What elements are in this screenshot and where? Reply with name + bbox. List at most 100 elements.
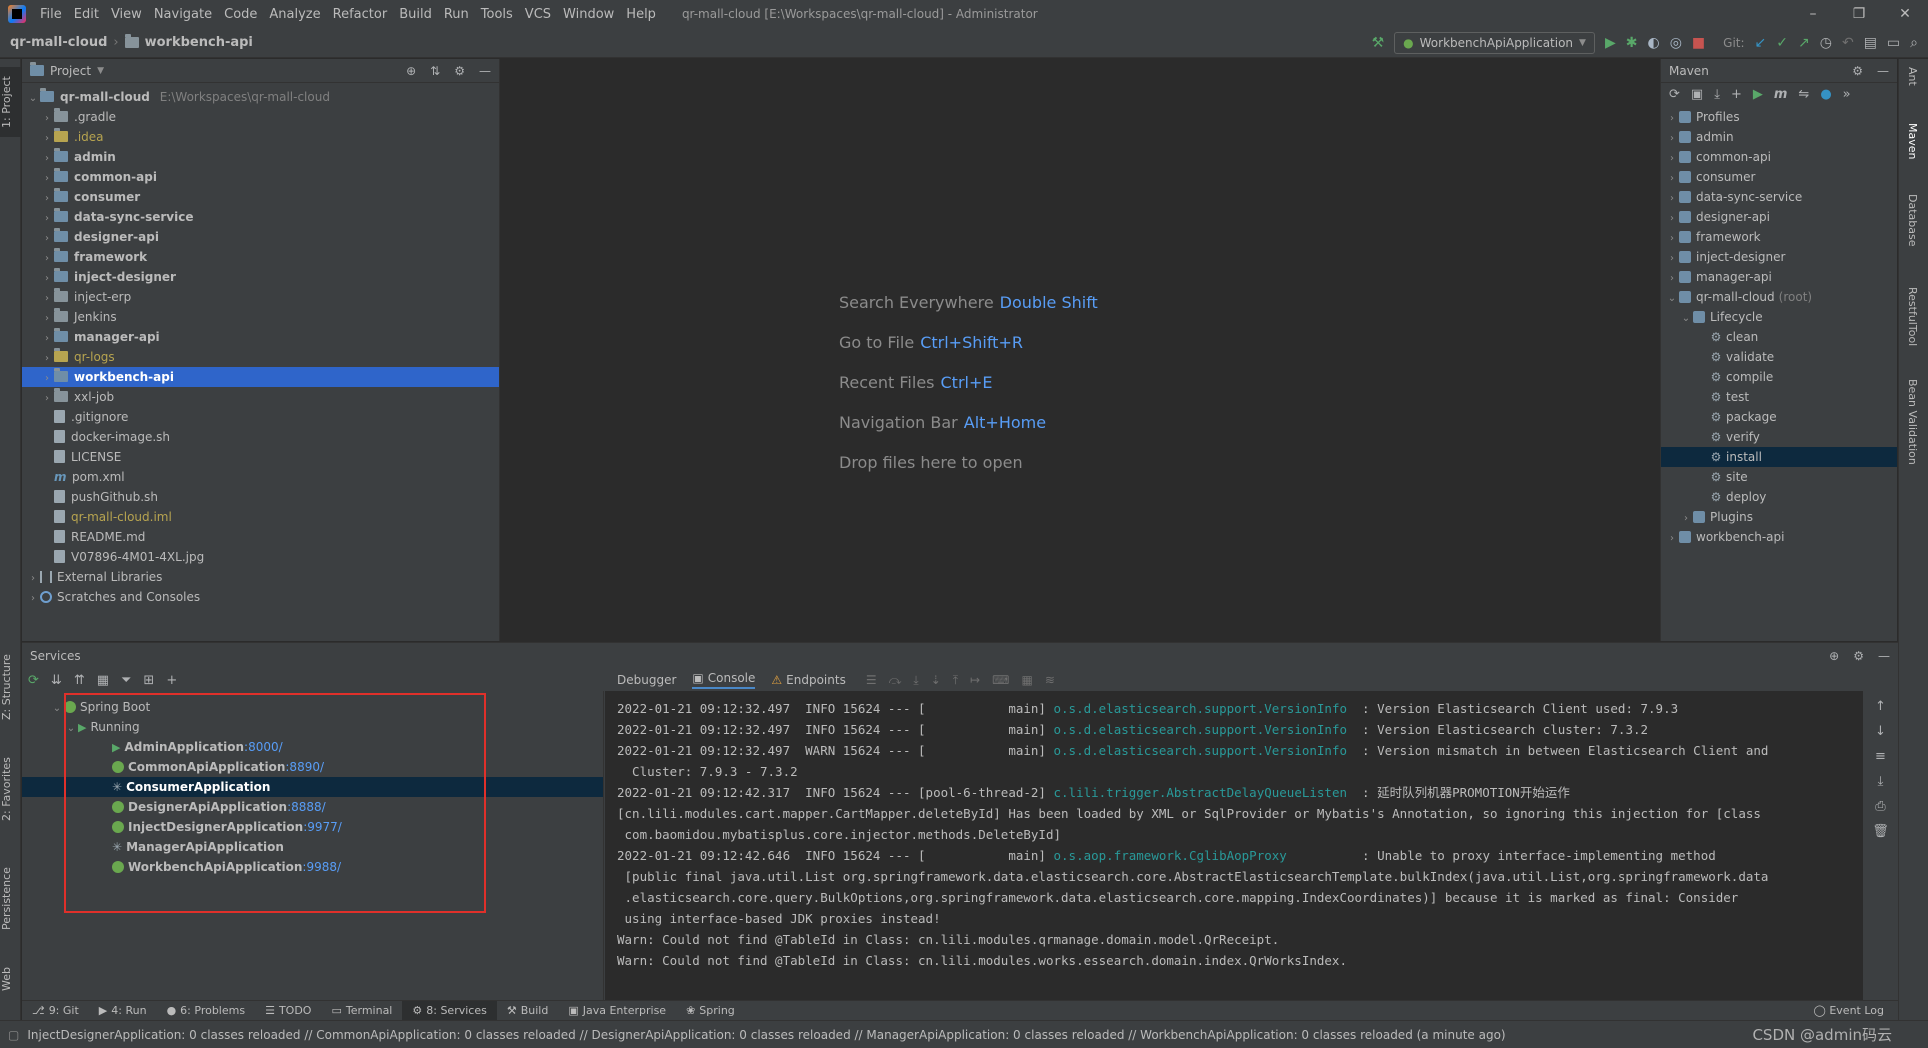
- maven-module-item[interactable]: › inject-designer: [1661, 247, 1897, 267]
- service-app-item[interactable]: WorkbenchApiApplication:9988/: [22, 857, 603, 877]
- tool-tab-4-run[interactable]: ▶ 4: Run: [89, 1001, 157, 1021]
- maven-phase-item[interactable]: ⚙ verify: [1661, 427, 1897, 447]
- scroll-to-end-icon[interactable]: ⤓: [1878, 774, 1884, 789]
- service-port-link[interactable]: :8890/: [285, 760, 324, 774]
- menu-build[interactable]: Build: [393, 7, 438, 22]
- chevron-right-icon[interactable]: ›: [40, 369, 54, 389]
- log-class-link[interactable]: o.s.d.elasticsearch.support.VersionInfo: [1054, 743, 1348, 758]
- chevron-right-icon[interactable]: ›: [1665, 529, 1679, 549]
- tool-tab-terminal[interactable]: ▭ Terminal: [321, 1001, 402, 1021]
- gear-icon[interactable]: ⚙: [1852, 64, 1863, 78]
- chevron-right-icon[interactable]: ›: [40, 109, 54, 129]
- project-file-item[interactable]: docker-image.sh: [22, 427, 499, 447]
- chevron-right-icon[interactable]: ›: [40, 269, 54, 289]
- download-icon[interactable]: ⤓: [1714, 87, 1720, 102]
- hide-panel-icon[interactable]: —: [1877, 64, 1889, 78]
- project-folder-item[interactable]: › framework: [22, 247, 499, 267]
- menu-code[interactable]: Code: [218, 7, 263, 22]
- maven-phase-item[interactable]: ⚙ validate: [1661, 347, 1897, 367]
- maven-lifecycle[interactable]: ⌄ Lifecycle: [1661, 307, 1897, 327]
- add-icon[interactable]: +: [1731, 87, 1742, 102]
- chevron-right-icon[interactable]: ›: [1665, 209, 1679, 229]
- database-tool-tab[interactable]: Database: [1906, 194, 1919, 247]
- external-libraries[interactable]: › External Libraries: [22, 567, 499, 587]
- minimize-button[interactable]: –: [1790, 6, 1836, 22]
- group-by-icon[interactable]: ▦: [97, 673, 109, 688]
- menu-icon[interactable]: ☰: [866, 673, 877, 688]
- maven-module-item[interactable]: › Profiles: [1661, 107, 1897, 127]
- step-into-icon[interactable]: ⤓: [913, 673, 918, 688]
- coverage-icon[interactable]: ◐: [1647, 36, 1659, 50]
- locate-icon[interactable]: ⊕: [1829, 649, 1839, 663]
- chevron-right-icon[interactable]: ›: [40, 189, 54, 209]
- chevron-down-icon[interactable]: ▼: [97, 66, 104, 76]
- structure-tool-tab[interactable]: Z: Structure: [0, 647, 21, 727]
- project-file-item[interactable]: pushGithub.sh: [22, 487, 499, 507]
- toggle-offline-icon[interactable]: ⇋: [1798, 87, 1809, 102]
- chevron-right-icon[interactable]: ›: [1665, 189, 1679, 209]
- maven-tool-tab[interactable]: Maven: [1906, 123, 1919, 159]
- chevron-right-icon[interactable]: ›: [1665, 269, 1679, 289]
- project-folder-item[interactable]: › manager-api: [22, 327, 499, 347]
- chevron-right-icon[interactable]: ›: [26, 589, 40, 609]
- log-class-link[interactable]: o.s.d.elasticsearch.support.VersionInfo: [1054, 701, 1348, 716]
- chevron-down-icon[interactable]: ⌄: [64, 719, 78, 739]
- chevron-down-icon[interactable]: ⌄: [26, 89, 40, 109]
- menu-tools[interactable]: Tools: [475, 7, 519, 22]
- chevron-right-icon[interactable]: ›: [1665, 109, 1679, 129]
- service-port-link[interactable]: :8000/: [244, 740, 283, 754]
- tool-tab-8-services[interactable]: ⚙ 8: Services: [402, 1000, 497, 1021]
- tool-tab-6-problems[interactable]: ● 6: Problems: [157, 1001, 256, 1021]
- chevron-right-icon[interactable]: ›: [1665, 169, 1679, 189]
- chevron-right-icon[interactable]: ›: [40, 389, 54, 409]
- scratches-and-consoles[interactable]: › Scratches and Consoles: [22, 587, 499, 607]
- run-configuration-select[interactable]: ● WorkbenchApiApplication ▼: [1394, 31, 1595, 54]
- git-update-icon[interactable]: ↙: [1755, 36, 1767, 50]
- menu-run[interactable]: Run: [438, 7, 475, 22]
- project-file-item[interactable]: LICENSE: [22, 447, 499, 467]
- spring-boot-group[interactable]: ⌄ Spring Boot: [22, 697, 603, 717]
- menu-help[interactable]: Help: [620, 7, 662, 22]
- status-toggle-icon[interactable]: ▢: [8, 1028, 19, 1042]
- project-folder-item[interactable]: › inject-designer: [22, 267, 499, 287]
- search-icon[interactable]: ⌕: [1910, 36, 1918, 50]
- hide-panel-icon[interactable]: —: [479, 64, 491, 78]
- maven-module-item[interactable]: › manager-api: [1661, 267, 1897, 287]
- tool-tab-build[interactable]: ⚒ Build: [497, 1001, 559, 1021]
- project-file-item[interactable]: m pom.xml: [22, 467, 499, 487]
- menu-window[interactable]: Window: [557, 7, 620, 22]
- gear-icon[interactable]: ⚙: [1853, 649, 1864, 663]
- console-output[interactable]: 2022-01-21 09:12:32.497 INFO 15624 --- […: [605, 691, 1863, 1021]
- project-folder-item[interactable]: › inject-erp: [22, 287, 499, 307]
- close-window-button[interactable]: ✕: [1882, 6, 1928, 22]
- maven-phase-item[interactable]: ⚙ package: [1661, 407, 1897, 427]
- service-port-link[interactable]: :9988/: [302, 860, 341, 874]
- service-app-item[interactable]: ✳ ConsumerApplication: [22, 777, 603, 797]
- chevron-right-icon[interactable]: ›: [1665, 229, 1679, 249]
- running-group[interactable]: ⌄ ▶ Running: [22, 717, 603, 737]
- service-app-item[interactable]: ✳ ManagerApiApplication: [22, 837, 603, 857]
- maven-module-item[interactable]: › common-api: [1661, 147, 1897, 167]
- menu-analyze[interactable]: Analyze: [263, 7, 326, 22]
- restfultool-tool-tab[interactable]: RestfulTool: [1906, 287, 1919, 346]
- skip-tests-icon[interactable]: ●: [1820, 87, 1831, 102]
- tab-console[interactable]: ▣ Console: [692, 671, 756, 689]
- service-app-item[interactable]: CommonApiApplication:8890/: [22, 757, 603, 777]
- chevron-right-icon[interactable]: ›: [40, 149, 54, 169]
- soft-wrap-icon[interactable]: ≡: [1875, 749, 1886, 764]
- project-folder-item[interactable]: › data-sync-service: [22, 207, 499, 227]
- chevron-down-icon[interactable]: ⌄: [1665, 289, 1679, 309]
- chevron-right-icon[interactable]: ›: [40, 329, 54, 349]
- menu-file[interactable]: File: [34, 7, 68, 22]
- breadcrumb-project[interactable]: qr-mall-cloud: [10, 35, 107, 50]
- chevron-right-icon[interactable]: ›: [40, 229, 54, 249]
- presentation-icon[interactable]: ▭: [1887, 36, 1900, 50]
- maven-phase-item[interactable]: ⚙ clean: [1661, 327, 1897, 347]
- maven-module-item[interactable]: › workbench-api: [1661, 527, 1897, 547]
- project-structure-icon[interactable]: ▤: [1864, 36, 1877, 50]
- git-rollback-icon[interactable]: ↶: [1842, 36, 1854, 50]
- debug-icon[interactable]: ✱: [1626, 36, 1638, 50]
- menu-edit[interactable]: Edit: [68, 7, 105, 22]
- maximize-button[interactable]: ❐: [1836, 6, 1882, 22]
- chevron-right-icon[interactable]: ›: [40, 289, 54, 309]
